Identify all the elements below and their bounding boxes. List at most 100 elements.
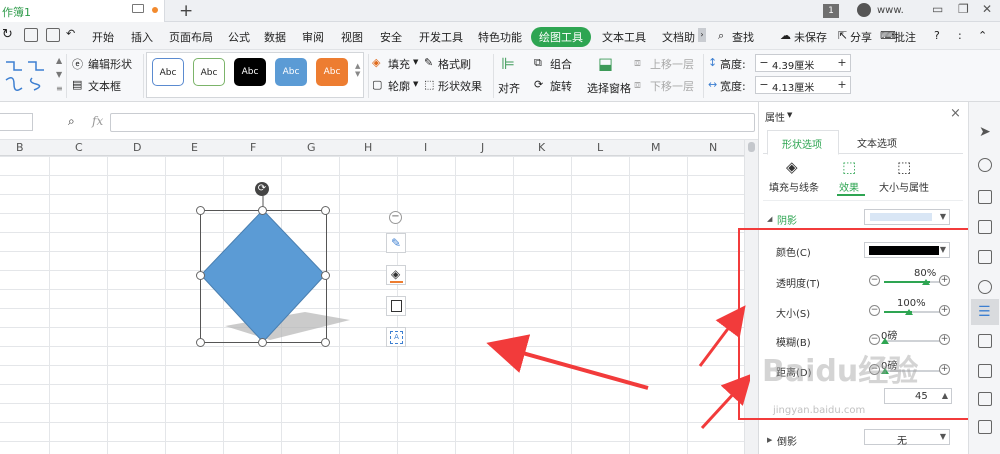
menu-text-tools[interactable]: 文本工具: [602, 29, 646, 45]
fill-button[interactable]: 填充: [388, 56, 410, 72]
preview-icon[interactable]: [46, 28, 60, 42]
menu-page-layout[interactable]: 页面布局: [169, 29, 213, 45]
tab-text-options[interactable]: 文本选项: [857, 135, 897, 150]
column-header[interactable]: G: [307, 141, 316, 154]
new-tab-button[interactable]: +: [179, 0, 193, 22]
text-box-button[interactable]: 文本框: [88, 78, 121, 94]
menu-data[interactable]: 数据: [264, 29, 286, 45]
shadow-preset-dropdown[interactable]: ▼: [864, 209, 950, 225]
rotate-handle-icon[interactable]: ⟳: [255, 182, 269, 196]
resize-handle[interactable]: [258, 338, 267, 347]
column-header[interactable]: J: [481, 141, 484, 154]
outline-dropdown-icon[interactable]: ▼: [413, 80, 418, 88]
shadow-collapse-icon[interactable]: ◢: [767, 215, 772, 223]
column-header[interactable]: M: [651, 141, 661, 154]
width-decrement-button[interactable]: −: [758, 78, 770, 91]
resize-handle[interactable]: [196, 271, 205, 280]
resize-handle[interactable]: [321, 271, 330, 280]
width-value[interactable]: 4.13厘米: [772, 79, 814, 94]
user-name[interactable]: www.: [877, 5, 904, 16]
chart-icon[interactable]: [978, 250, 992, 264]
style-outline-blue[interactable]: Abc: [152, 58, 184, 86]
effect-icon[interactable]: ⬚: [842, 158, 856, 176]
column-header[interactable]: F: [250, 141, 256, 154]
reflection-dropdown[interactable]: 无 ▼: [864, 429, 950, 447]
panel-close-button[interactable]: ×: [950, 106, 961, 121]
diamond-shape-with-shadow[interactable]: [195, 180, 360, 355]
name-box[interactable]: [0, 113, 33, 131]
float-fill-button[interactable]: ◈: [386, 265, 406, 285]
avatar[interactable]: [857, 3, 871, 17]
resize-handle[interactable]: [196, 338, 205, 347]
search-icon[interactable]: ⌕: [718, 29, 724, 43]
fx-icon[interactable]: fx: [92, 114, 103, 128]
more-button[interactable]: :: [958, 29, 962, 42]
table-icon[interactable]: [978, 220, 992, 234]
column-header[interactable]: H: [364, 141, 372, 154]
formula-input[interactable]: [110, 113, 755, 132]
height-stepper[interactable]: − 4.39厘米 +: [755, 54, 851, 72]
resize-handle[interactable]: [321, 206, 330, 215]
style-orange[interactable]: Abc: [316, 58, 348, 86]
style-blue[interactable]: Abc: [275, 58, 307, 86]
style-icon[interactable]: [978, 190, 992, 204]
expand-shapes-icon[interactable]: ≡: [56, 84, 63, 93]
bring-forward-button[interactable]: 上移一层: [650, 56, 694, 72]
menu-start[interactable]: 开始: [92, 29, 114, 45]
print-icon[interactable]: [24, 28, 38, 42]
format-brush-button[interactable]: 格式刷: [438, 56, 471, 72]
window-count-badge[interactable]: 1: [823, 4, 839, 18]
column-header[interactable]: K: [538, 141, 545, 154]
close-window-icon[interactable]: ✕: [982, 2, 992, 16]
resize-handle[interactable]: [258, 206, 267, 215]
menu-features[interactable]: 特色功能: [478, 29, 522, 45]
menu-developer[interactable]: 开发工具: [419, 29, 463, 45]
undo-icon[interactable]: ↶: [66, 27, 75, 40]
sub-tab-fill-line[interactable]: 填充与线条: [769, 179, 819, 194]
group-button[interactable]: 组合: [550, 56, 572, 72]
tab-shape-options[interactable]: 形状选项: [767, 130, 839, 155]
style-gallery-more-icon[interactable]: ▲ ▼: [355, 62, 360, 78]
collapse-toolbar-icon[interactable]: −: [389, 211, 402, 224]
menu-doc-assistant[interactable]: 文档助: [662, 29, 695, 45]
column-header[interactable]: C: [75, 141, 83, 154]
float-layout-button[interactable]: A: [386, 327, 406, 347]
image-icon[interactable]: [978, 420, 992, 434]
style-outline-green[interactable]: Abc: [193, 58, 225, 86]
rotate-button[interactable]: 旋转: [550, 78, 572, 94]
select-cursor-icon[interactable]: ➤: [979, 124, 991, 140]
edit-shape-button[interactable]: 编辑形状: [88, 56, 132, 72]
height-increment-button[interactable]: +: [836, 56, 848, 69]
chart-type-icon[interactable]: [978, 280, 992, 294]
resize-handle[interactable]: [321, 338, 330, 347]
fill-line-icon[interactable]: ◈: [786, 158, 798, 176]
shape-effects-button[interactable]: 形状效果: [438, 78, 482, 94]
menu-scroll-right-icon[interactable]: ›: [698, 28, 706, 42]
column-header[interactable]: N: [709, 141, 717, 154]
menu-security[interactable]: 安全: [380, 29, 402, 45]
column-header[interactable]: E: [191, 141, 198, 154]
monitor-icon[interactable]: [132, 4, 144, 13]
align-button[interactable]: 对齐: [498, 80, 520, 96]
send-backward-button[interactable]: 下移一层: [650, 78, 694, 94]
style-black[interactable]: Abc: [234, 58, 266, 86]
height-decrement-button[interactable]: −: [758, 56, 770, 69]
float-outline-button[interactable]: [386, 296, 406, 316]
scroll-up-icon[interactable]: ▲: [56, 56, 62, 65]
help-button[interactable]: ?: [934, 29, 940, 42]
redo-icon[interactable]: ↻: [2, 27, 13, 42]
size-property-icon[interactable]: ⬚: [897, 158, 911, 176]
menu-view[interactable]: 视图: [341, 29, 363, 45]
resize-handle[interactable]: [196, 206, 205, 215]
menu-formula[interactable]: 公式: [228, 29, 250, 45]
menu-drawing-tools[interactable]: 绘图工具: [531, 27, 591, 47]
backup-icon[interactable]: [978, 334, 992, 348]
panel-title-dropdown-icon[interactable]: ▼: [787, 111, 792, 119]
outline-button[interactable]: 轮廓: [388, 78, 410, 94]
sub-tab-effect[interactable]: 效果: [839, 179, 859, 194]
column-header[interactable]: D: [133, 141, 141, 154]
reflection-expand-icon[interactable]: ▶: [767, 436, 772, 444]
connector-shapes-icon[interactable]: [2, 56, 52, 96]
sub-tab-size-property[interactable]: 大小与属性: [879, 179, 929, 194]
workbook-tab[interactable]: 作簿1: [0, 0, 165, 22]
